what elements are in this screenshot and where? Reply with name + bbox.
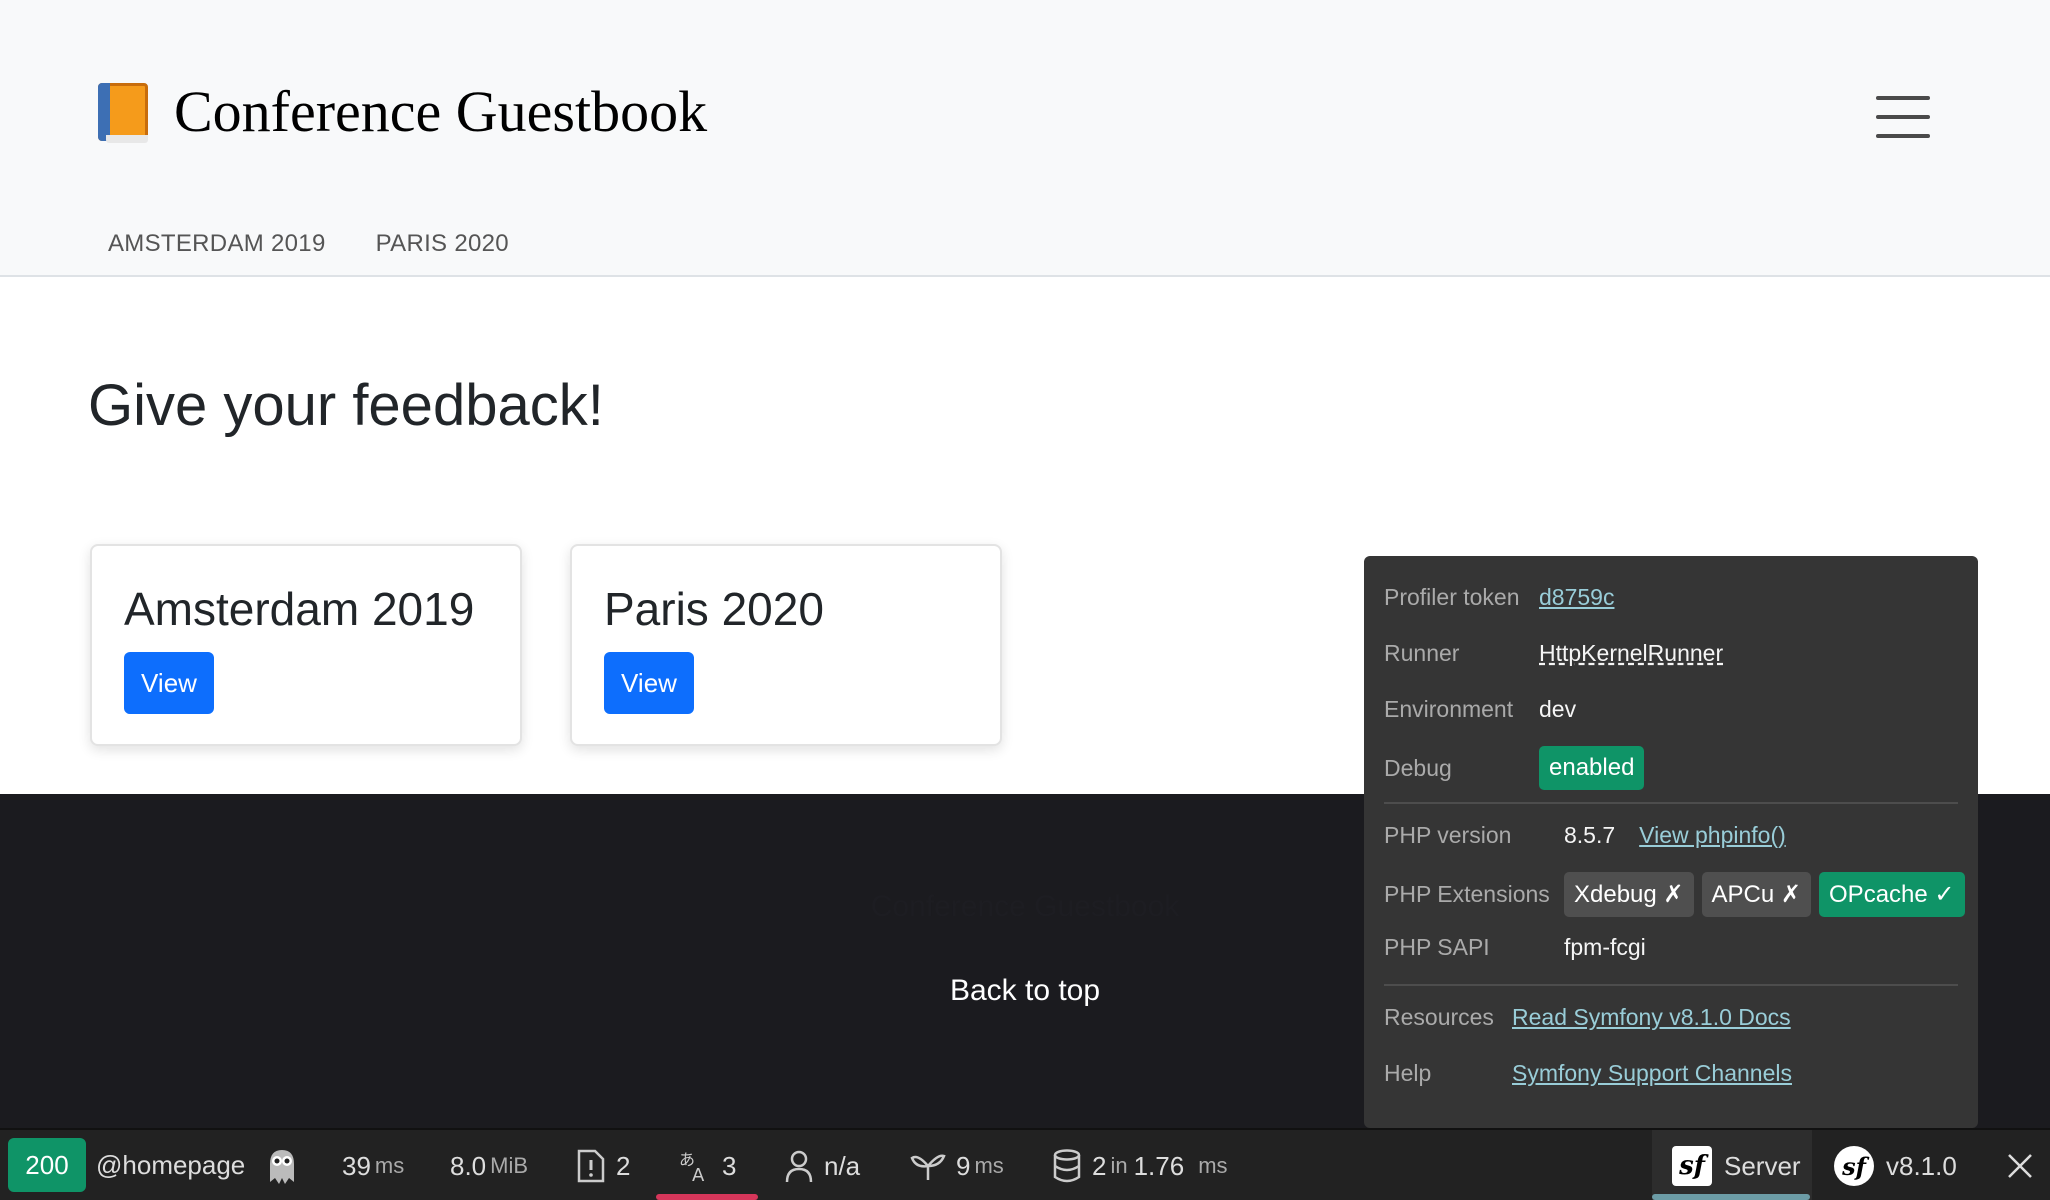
- symfony-debug-toolbar: 200 @homepage 39 ms 8.0 MiB 2 あA 3 n/a 9…: [0, 1128, 2050, 1200]
- translation-icon: あA: [678, 1149, 712, 1183]
- orange-book-icon: [92, 79, 152, 145]
- server-active-indicator: [1652, 1194, 1810, 1200]
- logs-panel[interactable]: 2: [576, 1130, 630, 1200]
- twig-unit: ms: [974, 1153, 1004, 1178]
- twig-leaf-icon: [910, 1150, 946, 1182]
- server-label: Server: [1724, 1150, 1801, 1181]
- conference-card-amsterdam: Amsterdam 2019 View: [90, 544, 522, 746]
- profiler-info-panel: Profiler token d8759c Runner HttpKernelR…: [1364, 556, 1978, 1128]
- translation-panel[interactable]: あA 3: [678, 1130, 736, 1200]
- db-time-unit: ms: [1198, 1153, 1228, 1178]
- brand-title: Conference Guestbook: [174, 79, 708, 144]
- site-header: Conference Guestbook AMSTERDAM 2019 PARI…: [0, 0, 2050, 277]
- nav-link-paris-2020[interactable]: PARIS 2020: [376, 230, 509, 258]
- php-version-value: 8.5.7: [1564, 822, 1616, 848]
- request-time-value: 39: [342, 1150, 371, 1181]
- profiler-token-label: Profiler token: [1384, 584, 1520, 610]
- php-version-label: PHP version: [1384, 822, 1512, 848]
- memory-usage[interactable]: 8.0 MiB: [450, 1130, 528, 1200]
- ext-xdebug-badge: Xdebug ✗: [1564, 872, 1694, 917]
- symfony-circle-logo-icon: sf: [1834, 1146, 1874, 1186]
- environment-value: dev: [1539, 696, 1577, 722]
- log-file-icon: [576, 1148, 606, 1184]
- server-panel[interactable]: sf Server: [1672, 1130, 1801, 1200]
- user-icon: [784, 1149, 814, 1183]
- help-label: Help: [1384, 1060, 1432, 1086]
- ext-opcache-badge: OPcache ✓: [1819, 872, 1965, 917]
- memory-unit: MiB: [490, 1153, 529, 1178]
- phpinfo-link[interactable]: View phpinfo(): [1639, 822, 1786, 849]
- route-name[interactable]: @homepage: [96, 1150, 245, 1181]
- symfony-version-panel[interactable]: sf v8.1.0: [1834, 1130, 1957, 1200]
- security-panel[interactable]: n/a: [784, 1130, 860, 1200]
- card-title: Paris 2020: [604, 583, 824, 635]
- request-time[interactable]: 39 ms: [342, 1130, 404, 1200]
- db-query-count: 2: [1092, 1150, 1107, 1181]
- conference-nav: AMSTERDAM 2019 PARIS 2020: [108, 230, 509, 258]
- translation-warning-indicator: [656, 1194, 758, 1200]
- hamburger-icon[interactable]: [1876, 96, 1930, 138]
- symfony-logo-icon: sf: [1672, 1146, 1712, 1186]
- logs-count: 2: [616, 1150, 631, 1181]
- nav-link-amsterdam-2019[interactable]: AMSTERDAM 2019: [108, 230, 326, 258]
- php-sapi-value: fpm-fcgi: [1564, 934, 1646, 960]
- user-value: n/a: [824, 1150, 861, 1181]
- close-icon[interactable]: [1990, 1130, 2050, 1200]
- twig-panel[interactable]: 9 ms: [910, 1130, 1004, 1200]
- brand-link[interactable]: Conference Guestbook: [92, 78, 707, 145]
- debug-label: Debug: [1384, 754, 1452, 781]
- twig-value: 9: [956, 1150, 971, 1181]
- debug-status-badge: enabled: [1539, 746, 1645, 790]
- page-heading: Give your feedback!: [88, 373, 604, 438]
- memory-value: 8.0: [450, 1150, 487, 1181]
- view-button-paris[interactable]: View: [604, 652, 694, 714]
- symfony-docs-link[interactable]: Read Symfony v8.1.0 Docs: [1512, 1004, 1791, 1031]
- runner-label: Runner: [1384, 640, 1460, 666]
- db-time-value: 1.76: [1133, 1150, 1185, 1181]
- card-title: Amsterdam 2019: [124, 583, 475, 635]
- view-button-amsterdam[interactable]: View: [124, 652, 214, 714]
- database-icon: [1052, 1148, 1082, 1184]
- db-in-label: in: [1110, 1153, 1128, 1178]
- status-code-badge[interactable]: 200: [8, 1138, 86, 1192]
- symfony-version: v8.1.0: [1886, 1150, 1957, 1181]
- support-channels-link[interactable]: Symfony Support Channels: [1512, 1060, 1792, 1087]
- database-panel[interactable]: 2 in 1.76 ms: [1052, 1130, 1228, 1200]
- translation-count: 3: [722, 1150, 737, 1181]
- profiler-token-link[interactable]: d8759c: [1539, 584, 1614, 611]
- svg-text:A: A: [692, 1165, 705, 1183]
- ghost-icon[interactable]: [262, 1130, 302, 1200]
- environment-label: Environment: [1384, 696, 1514, 722]
- php-sapi-label: PHP SAPI: [1384, 934, 1490, 960]
- back-to-top-link[interactable]: Back to top: [950, 974, 1100, 1007]
- php-extensions-label: PHP Extensions: [1384, 881, 1550, 907]
- conference-card-paris: Paris 2020 View: [570, 544, 1002, 746]
- resources-label: Resources: [1384, 1004, 1494, 1030]
- runner-value[interactable]: HttpKernelRunner: [1539, 640, 1723, 667]
- request-time-unit: ms: [374, 1153, 405, 1178]
- ext-apcu-badge: APCu ✗: [1701, 872, 1812, 917]
